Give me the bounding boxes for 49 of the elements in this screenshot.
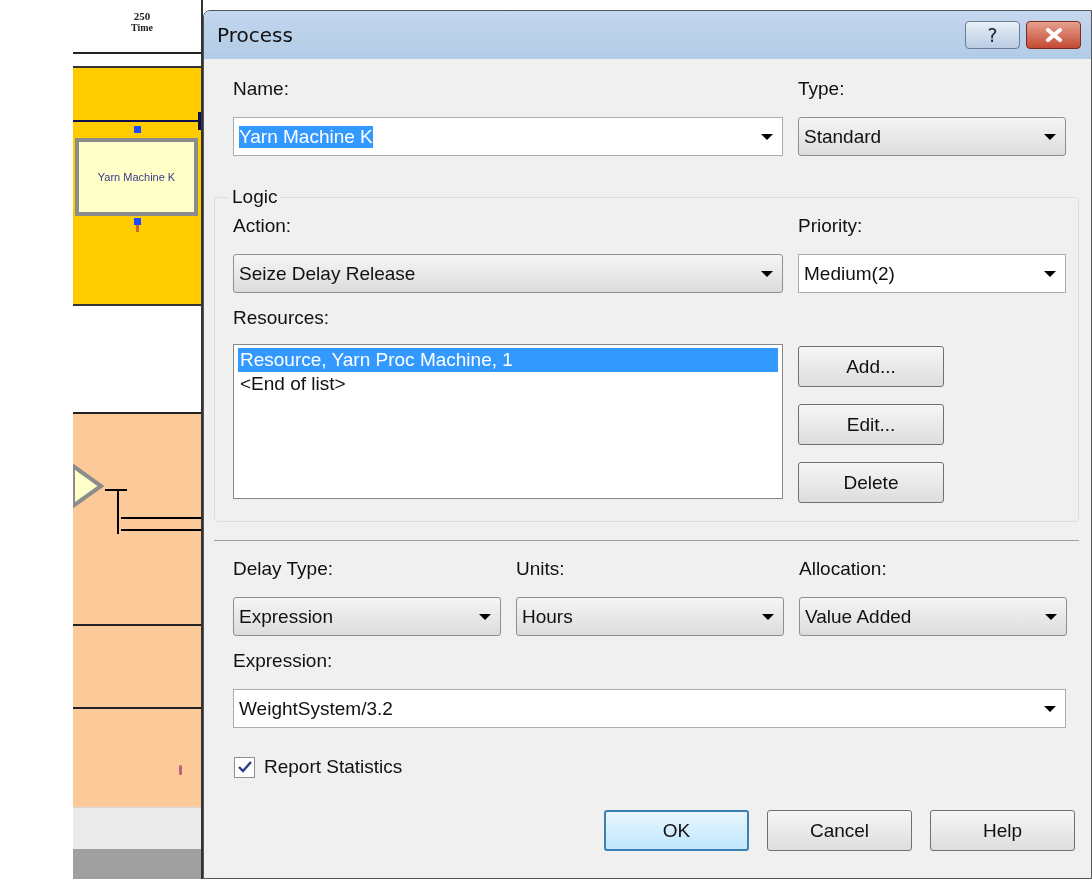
caret-icon [1044, 612, 1058, 621]
list-button[interactable]: Add... [798, 346, 944, 387]
check-icon [237, 761, 252, 773]
dialog-button[interactable]: Help [930, 810, 1075, 851]
connector-stub [136, 225, 139, 232]
caret-icon [1043, 704, 1057, 713]
caret-icon [760, 132, 774, 141]
process-block[interactable]: Yarn Machine K [75, 138, 198, 216]
dropdown[interactable]: Hours [516, 597, 784, 636]
axis-title: Time [130, 22, 153, 34]
field-label: Allocation: [799, 559, 888, 579]
field-label: Units: [516, 559, 566, 579]
caret-icon [760, 269, 774, 278]
field-label: Action: [233, 216, 293, 236]
dropdown[interactable]: Seize Delay Release [233, 254, 783, 293]
field-label: Priority: [798, 216, 864, 236]
checkbox-label: Report Statistics [264, 756, 403, 778]
checkbox[interactable] [234, 756, 255, 778]
close-button[interactable] [1026, 21, 1081, 49]
resource-list[interactable]: Resource, Yarn Proc Machine, 1 <End of list> [233, 344, 783, 499]
caret-icon [1043, 269, 1057, 278]
list-button[interactable]: Edit... [798, 404, 944, 445]
field-label: Resources: [233, 308, 331, 328]
combo-box[interactable]: WeightSystem/3.2 [233, 689, 1066, 728]
arrow-shape [73, 464, 105, 508]
axis-label: 250 [133, 10, 151, 22]
dropdown[interactable]: Expression [233, 597, 501, 636]
field-label: Expression: [233, 651, 334, 671]
caret-icon [478, 612, 492, 621]
field-label: Type: [798, 79, 846, 99]
field-label: Name: [233, 79, 290, 99]
group-title: Logic [231, 186, 279, 208]
caret-icon [1043, 132, 1057, 141]
selection-handle[interactable] [134, 126, 141, 133]
dialog-button[interactable]: OK [604, 810, 749, 851]
help-button[interactable]: ? [965, 21, 1020, 49]
dropdown[interactable]: Standard [798, 117, 1066, 156]
list-item[interactable]: <End of list> [238, 372, 778, 396]
caret-icon [761, 612, 775, 621]
line-end [198, 112, 201, 130]
field-label: Delay Type: [233, 559, 334, 579]
combo-box[interactable]: Medium(2) [798, 254, 1066, 293]
marker [179, 765, 182, 775]
window-title: Process [217, 23, 294, 47]
selection-handle[interactable] [134, 218, 141, 225]
dialog-button[interactable]: Cancel [767, 810, 912, 851]
close-icon [1044, 28, 1063, 42]
list-button[interactable]: Delete [798, 462, 944, 503]
dropdown[interactable]: Value Added [799, 597, 1067, 636]
